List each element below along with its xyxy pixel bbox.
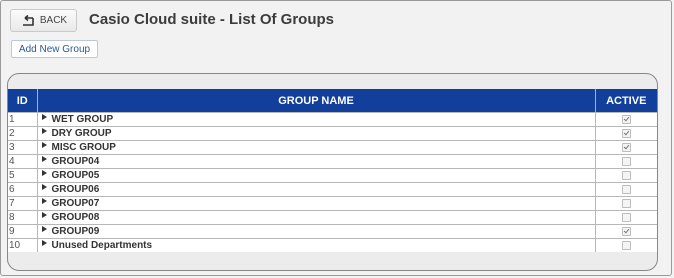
table-row[interactable]: 9 GROUP09: [8, 224, 657, 239]
expand-arrow-icon[interactable]: [41, 212, 47, 218]
column-header-id[interactable]: ID: [8, 89, 37, 113]
row-active-cell: [594, 182, 657, 197]
table-row[interactable]: 3 MISC GROUP: [8, 140, 657, 155]
active-checkbox[interactable]: [621, 212, 631, 222]
row-group-name: GROUP07: [51, 198, 100, 209]
row-active-cell: [594, 112, 657, 127]
row-active-cell: [594, 224, 657, 239]
row-group-name: DRY GROUP: [51, 128, 112, 139]
row-group-name: GROUP04: [51, 156, 100, 167]
row-active-cell: [594, 168, 657, 183]
row-group-name: GROUP05: [51, 170, 100, 181]
row-group-name-cell: GROUP08: [36, 210, 595, 225]
active-checkbox[interactable]: [621, 142, 631, 152]
active-checkbox[interactable]: [621, 170, 631, 180]
row-group-name-cell: GROUP07: [36, 196, 595, 211]
expand-arrow-icon[interactable]: [41, 184, 47, 190]
row-id: 6: [8, 182, 37, 197]
active-checkbox[interactable]: [621, 198, 631, 208]
row-id: 8: [8, 210, 37, 225]
row-id: 1: [8, 112, 37, 127]
row-group-name-cell: GROUP09: [36, 224, 595, 239]
row-group-name-cell: GROUP04: [36, 154, 595, 169]
window-frame: BACK Casio Cloud suite - List Of Groups …: [0, 0, 672, 276]
table-row[interactable]: 10 Unused Departments: [8, 238, 657, 252]
row-id: 10: [8, 238, 37, 252]
row-active-cell: [594, 140, 657, 155]
table-row[interactable]: 1 WET GROUP: [8, 112, 657, 127]
expand-arrow-icon[interactable]: [41, 114, 47, 120]
expand-arrow-icon[interactable]: [41, 240, 47, 246]
expand-arrow-icon[interactable]: [41, 142, 47, 148]
back-button[interactable]: BACK: [10, 9, 77, 32]
row-group-name-cell: Unused Departments: [36, 238, 595, 252]
row-id: 9: [8, 224, 37, 239]
row-id: 2: [8, 126, 37, 141]
row-id: 7: [8, 196, 37, 211]
row-active-cell: [594, 154, 657, 169]
add-new-group-button[interactable]: Add New Group: [11, 40, 98, 58]
back-button-label: BACK: [39, 15, 68, 26]
expand-arrow-icon[interactable]: [41, 128, 47, 134]
page-header: BACK Casio Cloud suite - List Of Groups …: [2, 2, 670, 64]
active-checkbox[interactable]: [621, 184, 631, 194]
row-id: 3: [8, 140, 37, 155]
active-checkbox[interactable]: [621, 240, 631, 250]
active-checkbox[interactable]: [621, 156, 631, 166]
active-checkbox[interactable]: [621, 114, 631, 124]
row-id: 4: [8, 154, 37, 169]
expand-arrow-icon[interactable]: [41, 170, 47, 176]
active-checkbox[interactable]: [621, 226, 631, 236]
row-group-name-cell: GROUP05: [36, 168, 595, 183]
row-group-name-cell: WET GROUP: [36, 112, 595, 127]
groups-panel: ID GROUP NAME ACTIVE 1 WET GROUP 2 DRY GROU…: [7, 73, 658, 271]
table-row[interactable]: 2 DRY GROUP: [8, 126, 657, 141]
expand-arrow-icon[interactable]: [41, 198, 47, 204]
table-row[interactable]: 7 GROUP07: [8, 196, 657, 211]
table-row[interactable]: 4 GROUP04: [8, 154, 657, 169]
row-group-name: GROUP08: [51, 212, 100, 223]
row-group-name: GROUP06: [51, 184, 100, 195]
table-row[interactable]: 5 GROUP05: [8, 168, 657, 183]
expand-arrow-icon[interactable]: [41, 226, 47, 232]
row-active-cell: [594, 238, 657, 252]
page-title: Casio Cloud suite - List Of Groups: [89, 11, 335, 28]
row-group-name: WET GROUP: [51, 114, 114, 125]
column-header-active[interactable]: ACTIVE: [594, 89, 657, 113]
row-group-name: GROUP09: [51, 226, 100, 237]
expand-arrow-icon[interactable]: [41, 156, 47, 162]
table-row[interactable]: 8 GROUP08: [8, 210, 657, 225]
row-group-name: Unused Departments: [51, 240, 153, 251]
row-id: 5: [8, 168, 37, 183]
back-arrow-icon: [20, 14, 36, 27]
row-active-cell: [594, 210, 657, 225]
row-active-cell: [594, 196, 657, 211]
active-checkbox[interactable]: [621, 128, 631, 138]
row-group-name-cell: DRY GROUP: [36, 126, 595, 141]
row-group-name-cell: GROUP06: [36, 182, 595, 197]
row-group-name: MISC GROUP: [51, 142, 116, 153]
table-row[interactable]: 6 GROUP06: [8, 182, 657, 197]
groups-table: ID GROUP NAME ACTIVE 1 WET GROUP 2 DRY GROU…: [8, 89, 657, 252]
row-active-cell: [594, 126, 657, 141]
column-header-group-name[interactable]: GROUP NAME: [36, 89, 595, 113]
row-group-name-cell: MISC GROUP: [36, 140, 595, 155]
table-header-row: ID GROUP NAME ACTIVE: [8, 89, 657, 113]
